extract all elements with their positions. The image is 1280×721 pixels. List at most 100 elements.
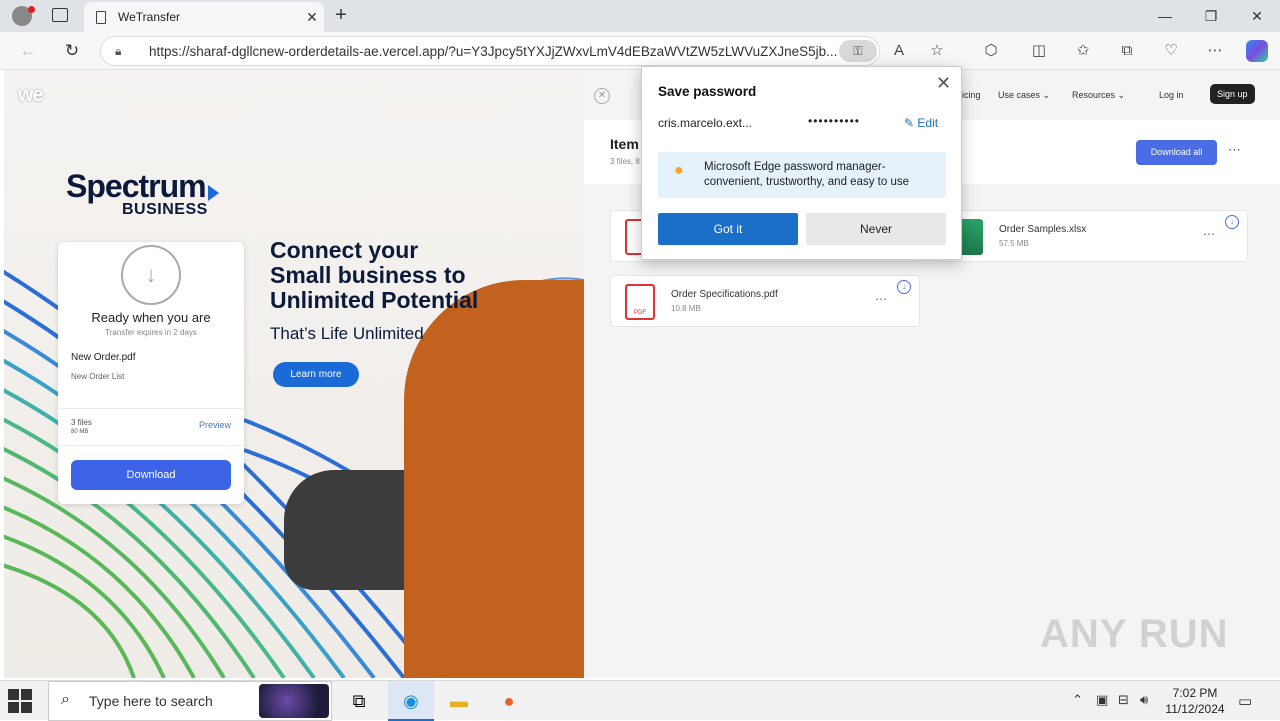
- browser-essentials-icon[interactable]: ♡: [1160, 40, 1182, 62]
- card-file-name: New Order.pdf: [71, 352, 136, 363]
- tab-bar: WeTransfer ✕ + — ❐ ✕: [0, 0, 1280, 32]
- pdf-label: PDF: [634, 310, 646, 316]
- tray-chevron-icon[interactable]: ⌃: [1072, 692, 1083, 708]
- info-banner: ● Microsoft Edge password manager- conve…: [658, 152, 946, 198]
- split-screen-icon[interactable]: ◫: [1028, 40, 1050, 62]
- person-image: [404, 280, 584, 678]
- page-icon: [96, 10, 106, 24]
- edge-icon[interactable]: ◉: [388, 681, 434, 721]
- profile-badge: [28, 6, 35, 13]
- save-password-dialog: Save password ✕ cris.marcelo.ext... ••••…: [641, 66, 962, 260]
- task-view-icon[interactable]: ⧉: [336, 681, 382, 721]
- collections-icon[interactable]: ⧉: [1116, 40, 1138, 62]
- pencil-icon: ✎: [904, 116, 915, 130]
- file-explorer-icon[interactable]: ▬: [436, 681, 482, 721]
- download-button[interactable]: Download: [71, 460, 231, 490]
- read-aloud-icon[interactable]: A: [888, 40, 910, 62]
- nav-resources-label: Resources: [1072, 90, 1116, 100]
- brand-sub: BUSINESS: [122, 201, 208, 218]
- close-panel-icon[interactable]: ✕: [594, 88, 610, 104]
- taskbar-search[interactable]: ⌕ Type here to search: [48, 681, 332, 721]
- brand-arrow-icon: [207, 184, 219, 201]
- nav-use-cases[interactable]: Use cases ⌄: [998, 90, 1050, 101]
- ad-headline: Connect your Small business to Unlimited…: [270, 238, 570, 313]
- headline-line-3: Unlimited Potential: [270, 287, 479, 313]
- volume-icon[interactable]: 🔊︎: [1140, 692, 1148, 708]
- file-more-icon[interactable]: ⋯: [1203, 227, 1215, 241]
- ad-panel: we Spectrum BUSINESS Connect your Small …: [4, 70, 584, 678]
- tray-device-icon[interactable]: ▣: [1096, 692, 1108, 708]
- file-size: 10.8 MB: [671, 304, 701, 313]
- file-card[interactable]: PDF Order Specifications.pdf 10.8 MB ⋯ ↓: [610, 275, 920, 327]
- close-window-button[interactable]: ✕: [1234, 0, 1280, 32]
- favorites-icon[interactable]: ✩: [1072, 40, 1094, 62]
- settings-more-icon[interactable]: ⋯: [1204, 40, 1226, 62]
- clock-time: 7:02 PM: [1172, 686, 1218, 700]
- windows-start-icon[interactable]: [8, 689, 32, 713]
- notifications-icon[interactable]: ▭: [1238, 692, 1252, 710]
- network-icon[interactable]: ⊟: [1118, 692, 1129, 708]
- search-highlight-image: [259, 684, 329, 718]
- minimize-button[interactable]: —: [1142, 0, 1188, 32]
- card-footer: 3 files 80 MB Preview: [58, 408, 244, 446]
- new-tab-button[interactable]: +: [330, 4, 352, 28]
- file-download-icon[interactable]: ↓: [897, 280, 911, 294]
- back-button[interactable]: ←: [14, 38, 42, 64]
- download-all-button[interactable]: Download all: [1136, 140, 1217, 165]
- copilot-icon[interactable]: [1246, 40, 1268, 62]
- favorite-star-icon[interactable]: ☆: [926, 40, 948, 62]
- card-file-desc: New Order List: [71, 372, 125, 381]
- dialog-title: Save password: [658, 84, 757, 99]
- password-key-icon[interactable]: ⚿: [839, 40, 877, 62]
- file-size: 57.5 MB: [999, 239, 1029, 248]
- password-value: ••••••••••: [808, 114, 861, 128]
- search-placeholder: Type here to search: [89, 693, 213, 709]
- tab-title: WeTransfer: [118, 10, 181, 24]
- pdf-file-icon: PDF: [625, 284, 655, 320]
- brand-main: Spectrum: [66, 168, 207, 204]
- headline-line-1: Connect your: [270, 237, 419, 263]
- url-text: https://sharaf-dgllcnew-orderdetails-ae.…: [149, 43, 838, 59]
- maximize-button[interactable]: ❐: [1188, 0, 1234, 32]
- firefox-icon[interactable]: ●: [486, 681, 532, 721]
- watermark: ANY RUN: [1040, 612, 1229, 656]
- taskbar: ⌕ Type here to search ⧉ ◉ ▬ ● ⌃ ▣ ⊟ 🔊︎ 7…: [0, 680, 1280, 721]
- clock[interactable]: 7:02 PM 11/12/2024: [1160, 685, 1230, 717]
- ad-tagline: That’s Life Unlimited: [270, 324, 424, 343]
- lock-icon[interactable]: 🔒︎: [115, 44, 135, 59]
- info-text: Microsoft Edge password manager- conveni…: [704, 161, 909, 188]
- url-bar[interactable]: 🔒︎ https://sharaf-dgllcnew-orderdetails-…: [100, 36, 880, 66]
- lightbulb-icon: ●: [674, 162, 684, 179]
- card-title: Ready when you are: [91, 310, 211, 325]
- extensions-icon[interactable]: ⬡: [980, 40, 1002, 62]
- refresh-button[interactable]: ↻: [58, 38, 86, 64]
- nav-pricing[interactable]: icing: [962, 90, 981, 100]
- nav-resources[interactable]: Resources ⌄: [1072, 90, 1125, 101]
- items-title: Item: [610, 136, 639, 152]
- close-icon[interactable]: ✕: [936, 73, 951, 94]
- preview-link[interactable]: Preview: [199, 420, 231, 430]
- login-link[interactable]: Log in: [1159, 90, 1184, 100]
- items-subtitle: 3 files, 8: [610, 157, 640, 166]
- file-name: Order Samples.xlsx: [999, 224, 1087, 235]
- file-name: Order Specifications.pdf: [671, 289, 778, 300]
- files-count: 3 files: [71, 418, 92, 427]
- nav-use-cases-label: Use cases: [998, 90, 1041, 100]
- file-download-icon[interactable]: ↓: [1225, 215, 1239, 229]
- signup-button[interactable]: Sign up: [1210, 84, 1255, 104]
- total-size: 80 MB: [71, 429, 89, 435]
- address-toolbar: ← ↻ 🔒︎ https://sharaf-dgllcnew-orderdeta…: [0, 32, 1280, 70]
- tab-actions-icon[interactable]: [52, 8, 68, 22]
- card-expires: Transfer expires in 2 days: [105, 328, 197, 337]
- got-it-button[interactable]: Got it: [658, 213, 798, 245]
- file-card[interactable]: Order Samples.xlsx 57.5 MB ⋯ ↓: [938, 210, 1248, 262]
- learn-more-button[interactable]: Learn more: [273, 362, 359, 387]
- edit-button[interactable]: ✎ Edit: [904, 116, 938, 130]
- more-options-icon[interactable]: ⋯: [1228, 142, 1241, 158]
- close-tab-icon[interactable]: ✕: [300, 9, 324, 26]
- tab-wetransfer[interactable]: WeTransfer ✕: [84, 2, 324, 32]
- download-arrow-icon: ↓: [121, 245, 181, 305]
- file-more-icon[interactable]: ⋯: [875, 292, 887, 306]
- wetransfer-logo[interactable]: we: [18, 84, 44, 107]
- never-button[interactable]: Never: [806, 213, 946, 245]
